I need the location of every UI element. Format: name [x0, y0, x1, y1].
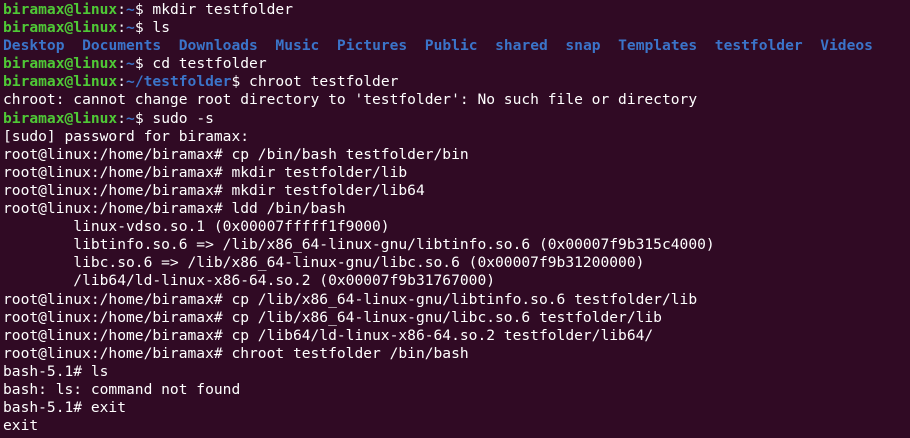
ls-output-line: Desktop Documents Downloads Music Pictur… [3, 37, 910, 55]
column-gap [407, 37, 425, 55]
prompt-path: ~ [126, 1, 135, 18]
output-line: libc.so.6 => /lib/x86_64-linux-gnu/libc.… [3, 254, 645, 272]
directory-entry: testfolder [714, 37, 803, 55]
prompt-separator: : [117, 73, 127, 91]
output-line: root@linux:/home/biramax# cp /lib/x86_64… [3, 290, 698, 308]
prompt-user: biramax@linux [3, 73, 118, 91]
output-line: linux-vdso.so.1 (0x00007fffff1f9000) [3, 218, 390, 236]
prompt-separator: : [117, 109, 127, 127]
output-line: libtinfo.so.6 => /lib/x86_64-linux-gnu/l… [3, 236, 715, 254]
output-line: exit [3, 417, 39, 435]
prompt-line: biramax@linux:~$ ls [3, 19, 910, 37]
prompt-symbol: $ [134, 109, 153, 127]
output-line: bash-5.1# ls [3, 362, 109, 380]
output-line: root@linux:/home/biramax# mkdir testfold… [3, 163, 408, 181]
directory-entry: Desktop [3, 37, 65, 55]
directory-entry: snap [565, 37, 601, 55]
output-line: root@linux:/home/biramax# chroot testfol… [3, 344, 469, 362]
prompt-line: biramax@linux:~$ mkdir testfolder [3, 1, 910, 19]
command-text: cd testfolder [152, 55, 267, 73]
prompt-line: biramax@linux:~/testfolder$ chroot testf… [3, 73, 910, 91]
command-text: ls [152, 19, 170, 37]
column-gap [697, 37, 715, 55]
prompt-path: ~/testfolder [126, 73, 232, 91]
directory-entry: shared [495, 37, 548, 55]
column-gap [319, 37, 337, 55]
prompt-path: ~ [126, 55, 135, 73]
output-line: root@linux:/home/biramax# mkdir testfold… [3, 181, 425, 199]
prompt-line: biramax@linux:~$ cd testfolder [3, 55, 910, 73]
directory-entry: Videos [820, 37, 873, 55]
prompt-symbol: $ [134, 55, 153, 73]
prompt-symbol: $ [134, 1, 153, 18]
column-gap [65, 37, 83, 55]
output-line: bash: ls: command not found [3, 380, 241, 398]
output-line: root@linux:/home/biramax# cp /bin/bash t… [3, 145, 469, 163]
output-line: root@linux:/home/biramax# cp /lib64/ld-l… [3, 326, 654, 344]
prompt-separator: : [117, 19, 127, 37]
prompt-path: ~ [126, 109, 135, 127]
command-text: chroot testfolder [249, 73, 399, 91]
column-gap [601, 37, 619, 55]
prompt-line: biramax@linux:~$ sudo -s [3, 110, 910, 128]
prompt-user: biramax@linux [3, 55, 118, 73]
output-line: /lib64/ld-linux-x86-64.so.2 (0x00007f9b3… [3, 272, 496, 290]
column-gap [803, 37, 821, 55]
output-line: root@linux:/home/biramax# cp /lib/x86_64… [3, 308, 662, 326]
prompt-separator: : [117, 1, 127, 18]
column-gap [478, 37, 496, 55]
prompt-symbol: $ [134, 19, 153, 37]
directory-entry: Documents [82, 37, 162, 55]
column-gap [161, 37, 179, 55]
directory-entry: Public [424, 37, 478, 55]
prompt-user: biramax@linux [3, 109, 118, 127]
command-text: mkdir testfolder [152, 1, 293, 18]
column-gap [258, 37, 276, 55]
directory-entry: Pictures [336, 37, 408, 55]
output-line: root@linux:/home/biramax# ldd /bin/bash [3, 200, 346, 218]
terminal-window[interactable]: biramax@linux:~$ mkdir testfolder biramax… [0, 0, 910, 438]
directory-entry: Templates [618, 37, 698, 55]
output-line: [sudo] password for biramax: [3, 127, 250, 145]
output-line: bash-5.1# exit [3, 399, 127, 417]
command-text: sudo -s [152, 109, 214, 127]
prompt-user: biramax@linux [3, 1, 118, 18]
prompt-separator: : [117, 55, 127, 73]
column-gap [548, 37, 566, 55]
prompt-symbol: $ [231, 73, 250, 91]
terminal-output: biramax@linux:~$ mkdir testfolder biramax… [3, 1, 910, 435]
prompt-user: biramax@linux [3, 19, 118, 37]
output-line: chroot: cannot change root directory to … [3, 91, 698, 109]
directory-entry: Downloads [178, 37, 258, 55]
prompt-path: ~ [126, 19, 135, 37]
directory-entry: Music [275, 37, 320, 55]
